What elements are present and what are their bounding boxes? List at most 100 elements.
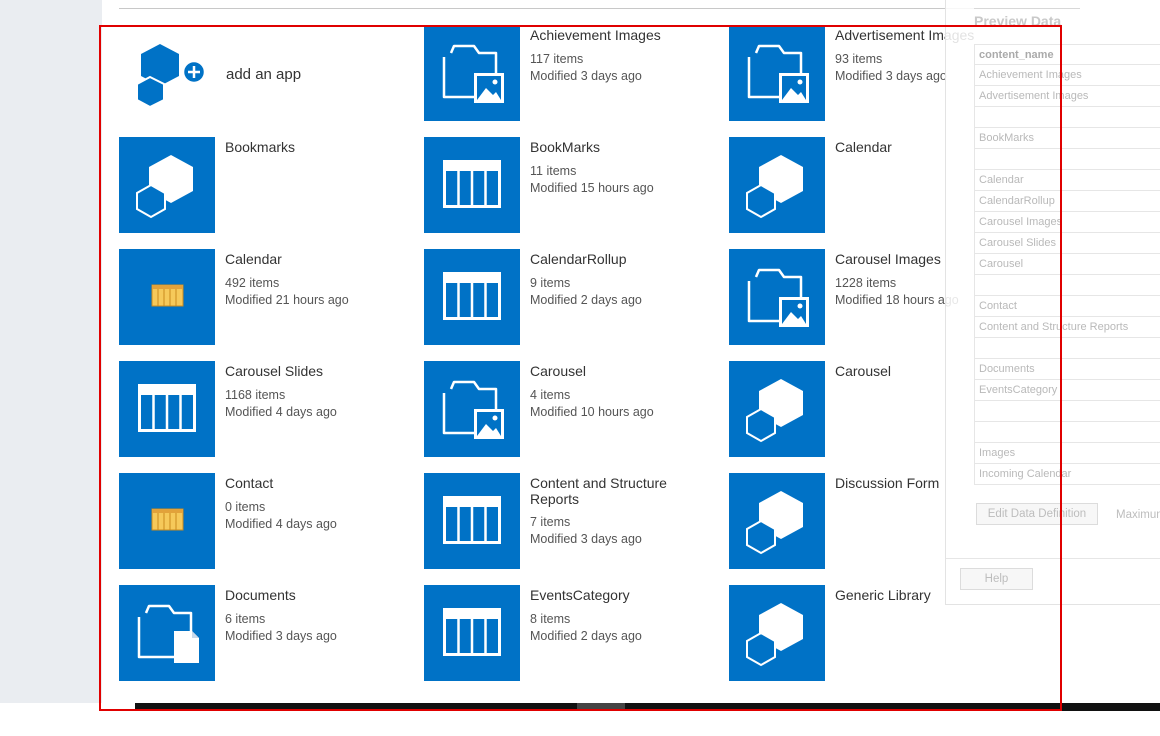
app-item-count: 117 items — [530, 52, 584, 66]
preview-divider — [974, 8, 1080, 9]
app-tile-carousel[interactable] — [424, 361, 520, 457]
app-tile-discussion-form[interactable] — [729, 473, 825, 569]
app-title[interactable]: Content and Structure Reports — [530, 475, 680, 507]
image-library-icon — [747, 268, 809, 327]
app-title[interactable]: Achievement Images — [530, 27, 680, 43]
app-modified-date: Modified 3 days ago — [225, 629, 337, 643]
app-tile-calendar[interactable] — [729, 137, 825, 233]
app-tile-carousel[interactable] — [729, 361, 825, 457]
preview-row: Content and Structure Reports — [974, 317, 1160, 338]
app-title[interactable]: CalendarRollup — [530, 251, 680, 267]
app-modified-date: Modified 4 days ago — [225, 517, 337, 531]
app-tile-achievement-images[interactable] — [424, 25, 520, 121]
preview-row: Achievement Images — [974, 65, 1160, 86]
list-icon — [443, 272, 501, 320]
app-modified-date: Modified 3 days ago — [530, 69, 642, 83]
generic-app-icon — [746, 491, 803, 555]
app-modified-date: Modified 15 hours ago — [530, 181, 654, 195]
preview-row: Advertisement Images — [974, 86, 1160, 107]
app-tile-eventscategory[interactable] — [424, 585, 520, 681]
preview-row: EventsCategory — [974, 380, 1160, 401]
preview-data-table: content_name Achievement Images Advertise… — [974, 44, 1160, 485]
app-item-count: 1168 items — [225, 388, 286, 402]
maximum-label: Maximum — [1116, 509, 1160, 521]
document-library-icon — [137, 604, 199, 663]
app-title[interactable]: Carousel — [530, 363, 680, 379]
preview-row — [974, 338, 1160, 359]
app-tile-generic-library[interactable] — [729, 585, 825, 681]
app-item-count: 492 items — [225, 276, 280, 290]
app-modified-date: Modified 21 hours ago — [225, 293, 349, 307]
app-item-count: 6 items — [225, 612, 266, 626]
add-app-icon — [136, 44, 207, 109]
app-tile-bookmarks[interactable] — [424, 137, 520, 233]
app-modified-date: Modified 3 days ago — [835, 69, 947, 83]
app-tile-advertisement-images[interactable] — [729, 25, 825, 121]
app-item-count: 9 items — [530, 276, 571, 290]
app-tile-calendarrollup[interactable] — [424, 249, 520, 345]
app-item-count: 93 items — [835, 52, 883, 66]
app-modified-date: Modified 2 days ago — [530, 293, 642, 307]
app-modified-date: Modified 2 days ago — [530, 629, 642, 643]
app-modified-date: Modified 18 hours ago — [835, 293, 959, 307]
app-modified-date: Modified 4 days ago — [225, 405, 337, 419]
help-button[interactable]: Help — [960, 568, 1033, 590]
app-title[interactable]: BookMarks — [530, 139, 680, 155]
app-title[interactable]: EventsCategory — [530, 587, 680, 603]
app-item-count: 1228 items — [835, 276, 897, 290]
generic-app-icon — [136, 155, 193, 219]
app-tile-content-and-structure-reports[interactable] — [424, 473, 520, 569]
preview-row — [974, 422, 1160, 443]
site-contents-page: add an app Achievement Images 117 items Mo… — [0, 0, 1160, 736]
app-item-count: 11 items — [530, 164, 577, 178]
app-tile-calendar[interactable] — [119, 249, 215, 345]
list-icon — [443, 160, 501, 208]
calendar-icon — [151, 284, 184, 307]
add-an-app-tile[interactable]: add an app — [119, 26, 419, 122]
preview-row: Calendar — [974, 170, 1160, 191]
app-item-count: 7 items — [530, 515, 571, 529]
list-icon — [443, 608, 501, 656]
calendar-icon — [151, 508, 184, 531]
edit-data-definition-button[interactable]: Edit Data Definition — [976, 503, 1098, 525]
app-modified-date: Modified 3 days ago — [530, 532, 642, 546]
generic-app-icon — [746, 603, 803, 667]
preview-row — [974, 107, 1160, 128]
preview-row — [974, 275, 1160, 296]
app-title[interactable]: Contact — [225, 475, 375, 491]
add-an-app-label[interactable]: add an app — [226, 66, 301, 83]
preview-row: Documents — [974, 359, 1160, 380]
list-icon — [138, 384, 196, 432]
preview-column-header: content_name — [974, 44, 1160, 65]
app-modified-date: Modified 10 hours ago — [530, 405, 654, 419]
preview-row: Carousel — [974, 254, 1160, 275]
left-navigation-rail — [0, 0, 102, 710]
app-item-count: 8 items — [530, 612, 571, 626]
app-title[interactable]: Bookmarks — [225, 139, 375, 155]
app-tile-contact[interactable] — [119, 473, 215, 569]
horizontal-scroll-thumb[interactable] — [577, 703, 625, 711]
preview-row: CalendarRollup — [974, 191, 1160, 212]
preview-row: Contact — [974, 296, 1160, 317]
app-title[interactable]: Documents — [225, 587, 375, 603]
preview-row: BookMarks — [974, 128, 1160, 149]
bottom-scrollbar-strip — [0, 703, 1160, 711]
app-title[interactable]: Carousel Slides — [225, 363, 375, 379]
preview-row: Images — [974, 443, 1160, 464]
preview-row: Incoming Calendar — [974, 464, 1160, 485]
app-tile-documents[interactable] — [119, 585, 215, 681]
preview-row: Carousel Slides — [974, 233, 1160, 254]
app-tile-carousel-images[interactable] — [729, 249, 825, 345]
preview-row: Carousel Images — [974, 212, 1160, 233]
image-library-icon — [747, 44, 809, 103]
list-icon — [443, 496, 501, 544]
app-title[interactable]: Calendar — [225, 251, 375, 267]
app-tile-bookmarks[interactable] — [119, 137, 215, 233]
generic-app-icon — [746, 379, 803, 443]
header-divider — [119, 8, 1079, 9]
preview-row — [974, 401, 1160, 422]
app-tile-carousel-slides[interactable] — [119, 361, 215, 457]
app-item-count: 4 items — [530, 388, 571, 402]
generic-app-icon — [746, 155, 803, 219]
preview-footer-divider — [946, 558, 1160, 559]
